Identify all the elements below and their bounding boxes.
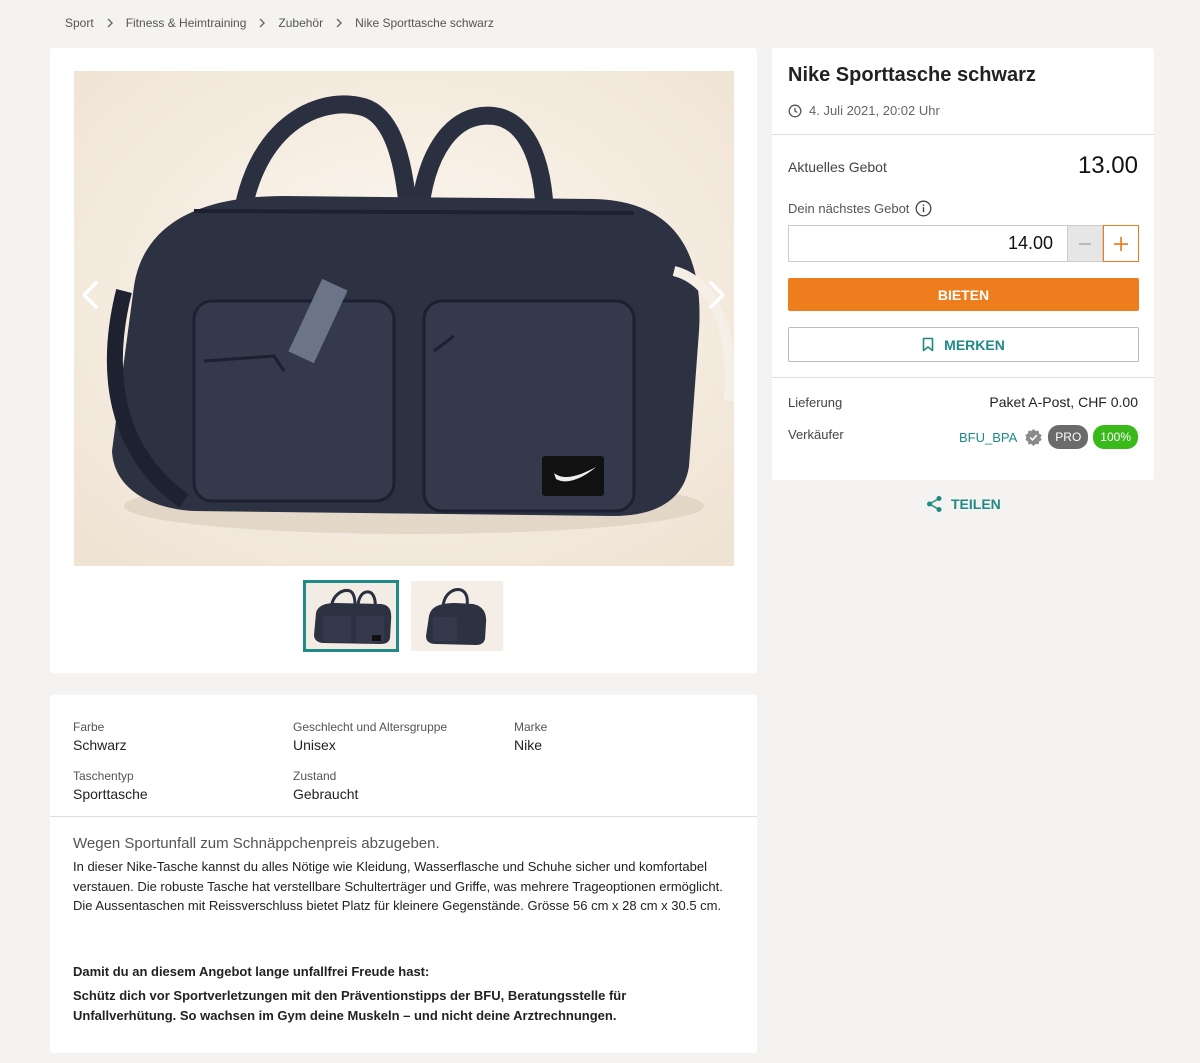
attribute-color: Farbe Schwarz	[73, 720, 127, 753]
attribute-value: Schwarz	[73, 737, 127, 753]
minus-icon	[1079, 242, 1091, 245]
bookmark-icon	[922, 337, 934, 352]
breadcrumb: Sport Fitness & Heimtraining Zubehör Nik…	[65, 16, 494, 30]
thumbnail-photo-bag-side	[411, 581, 503, 651]
main-product-image[interactable]	[74, 71, 734, 566]
thumbnail-2[interactable]	[411, 581, 503, 651]
breadcrumb-item-fitness[interactable]: Fitness & Heimtraining	[126, 16, 247, 30]
rating-badge: 100%	[1093, 425, 1138, 449]
attribute-label: Farbe	[73, 720, 105, 734]
divider	[772, 134, 1154, 135]
current-bid-label: Aktuelles Gebot	[788, 159, 887, 175]
attribute-label: Geschlecht und Altersgruppe	[293, 720, 448, 734]
thumbnail-1[interactable]	[303, 580, 399, 652]
attribute-value: Nike	[514, 737, 543, 753]
next-bid-label-text: Dein nächstes Gebot	[788, 201, 910, 216]
gallery-prev-button[interactable]	[70, 273, 110, 317]
seller-name-link[interactable]: BFU_BPA	[959, 430, 1017, 445]
attribute-gender: Geschlecht und Altersgruppe Unisex	[293, 720, 447, 753]
share-button[interactable]: TEILEN	[926, 495, 1001, 513]
pro-badge: PRO	[1048, 425, 1089, 449]
delivery-label: Lieferung	[788, 395, 843, 410]
attribute-value: Unisex	[293, 737, 336, 753]
seller-label: Verkäufer	[788, 427, 844, 442]
chevron-right-icon	[709, 281, 725, 309]
next-bid-label: Dein nächstes Gebot	[788, 200, 932, 217]
attribute-label: Zustand	[293, 769, 337, 783]
gallery-next-button[interactable]	[697, 273, 737, 317]
listing-date: 4. Juli 2021, 20:02 Uhr	[788, 103, 940, 118]
breadcrumb-current: Nike Sporttasche schwarz	[355, 16, 494, 30]
bid-stepper	[788, 225, 1139, 262]
watch-button-label: MERKEN	[944, 336, 1005, 353]
description-headline: Wegen Sportunfall zum Schnäppchenpreis a…	[73, 835, 440, 852]
attribute-label: Taschentyp	[73, 769, 134, 783]
attribute-value: Gebraucht	[293, 786, 359, 802]
listing-info-panel: Nike Sporttasche schwarz 4. Juli 2021, 2…	[772, 48, 1154, 480]
attribute-label: Marke	[514, 720, 548, 734]
breadcrumb-item-zubehoer[interactable]: Zubehör	[278, 16, 323, 30]
description-callout: Damit du an diesem Angebot lange unfallf…	[73, 964, 430, 979]
plus-icon	[1114, 236, 1128, 251]
thumbnail-photo-bag-front	[306, 583, 396, 649]
increase-bid-button[interactable]	[1103, 225, 1139, 262]
breadcrumb-item-sport[interactable]: Sport	[65, 16, 94, 30]
listing-title: Nike Sporttasche schwarz	[788, 64, 1036, 86]
description-safety-tip: Schütz dich vor Sportverletzungen mit de…	[73, 988, 627, 1023]
attribute-condition: Zustand Gebraucht	[293, 769, 358, 802]
bid-button[interactable]: BIETEN	[788, 278, 1139, 311]
listing-details: Farbe Schwarz Geschlecht und Altersgrupp…	[50, 695, 757, 1053]
chevron-right-icon	[106, 18, 114, 28]
seller-info: BFU_BPA PRO 100%	[959, 425, 1138, 449]
thumbnail-strip	[303, 580, 503, 652]
info-icon[interactable]	[915, 200, 932, 217]
image-gallery	[50, 48, 757, 673]
share-icon	[927, 496, 942, 512]
decrease-bid-button[interactable]	[1067, 225, 1103, 262]
verified-seller-icon	[1025, 428, 1042, 446]
share-label: TEILEN	[951, 496, 1001, 512]
divider	[772, 377, 1154, 378]
current-bid-value: 13.00	[1077, 152, 1138, 179]
attribute-value: Sporttasche	[73, 786, 148, 802]
listing-date-text: 4. Juli 2021, 20:02 Uhr	[809, 103, 940, 118]
divider	[50, 816, 757, 817]
next-bid-input[interactable]	[788, 225, 1067, 262]
attribute-brand: Marke Nike	[514, 720, 547, 753]
product-photo-bag	[74, 71, 734, 566]
chevron-left-icon	[82, 281, 98, 309]
watch-button[interactable]: MERKEN	[788, 327, 1139, 362]
chevron-right-icon	[335, 18, 343, 28]
chevron-right-icon	[258, 18, 266, 28]
description-paragraph: In dieser Nike-Tasche kannst du alles Nö…	[73, 859, 723, 913]
attribute-bag-type: Taschentyp Sporttasche	[73, 769, 148, 802]
delivery-value: Paket A-Post, CHF 0.00	[989, 394, 1138, 410]
clock-icon	[788, 104, 802, 117]
